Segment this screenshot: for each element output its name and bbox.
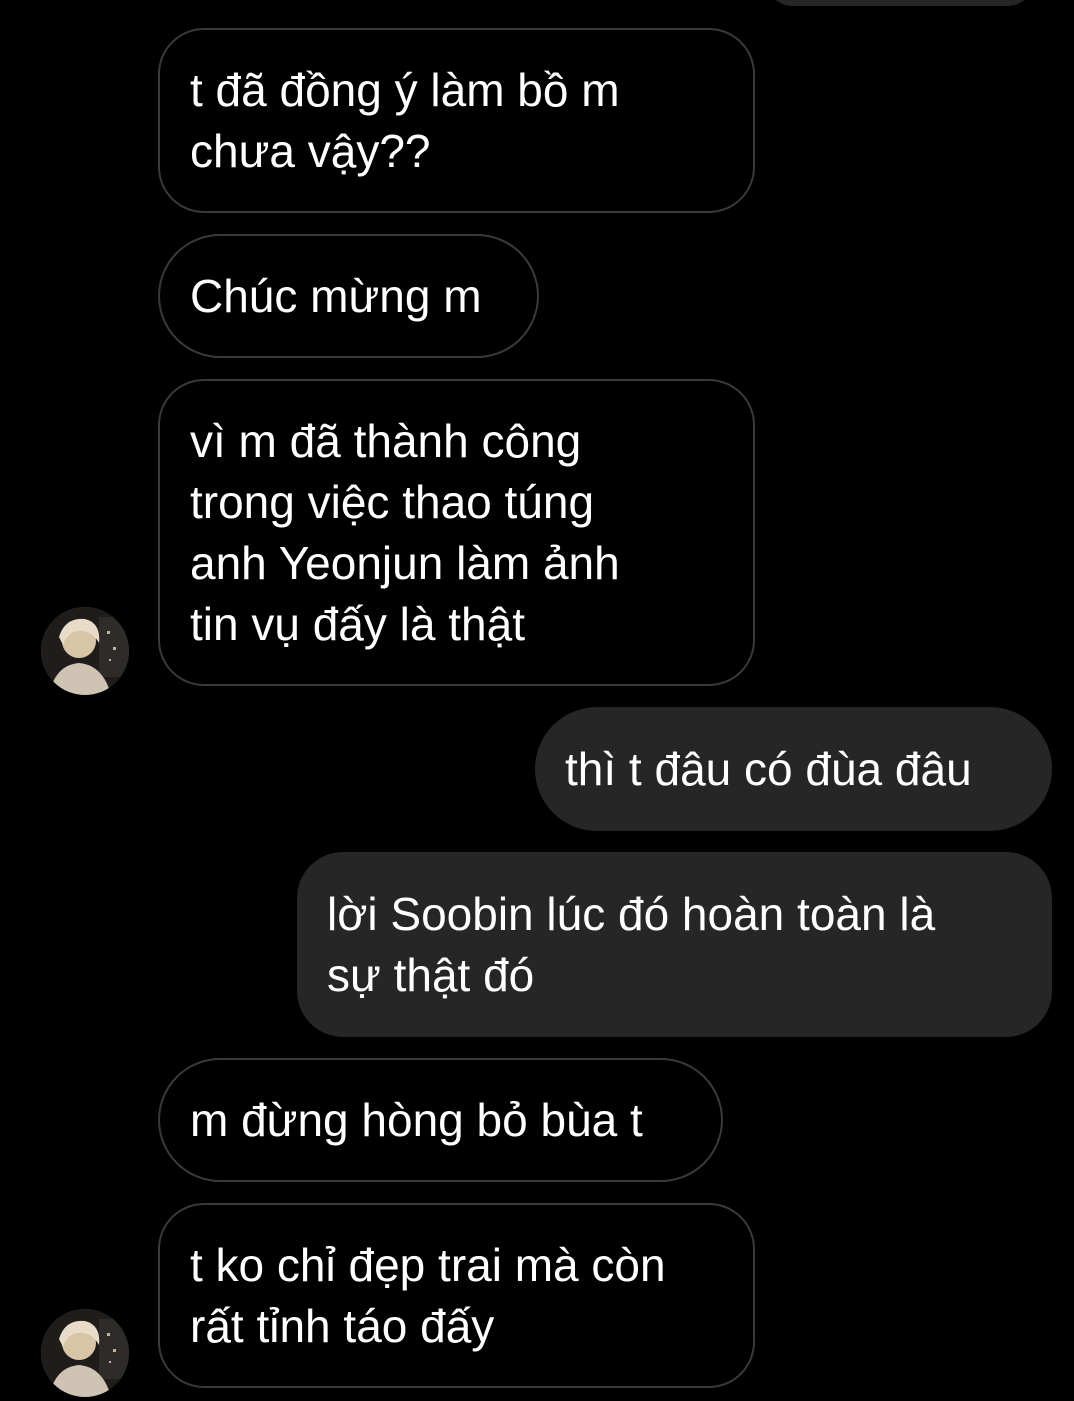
contact-avatar[interactable] — [41, 1309, 129, 1397]
chat-thread[interactable]: t đã đồng ý làm bồ m chưa vậy?? Chúc mừn… — [0, 0, 1074, 1401]
previous-sent-bubble-edge — [765, 0, 1035, 6]
sent-message-bubble[interactable]: lời Soobin lúc đó hoàn toàn là sự thật đ… — [297, 852, 1052, 1037]
received-message-bubble[interactable]: vì m đã thành công trong việc thao túng … — [158, 379, 755, 686]
contact-avatar[interactable] — [41, 607, 129, 695]
message-text: lời Soobin lúc đó hoàn toàn là sự thật đ… — [327, 887, 936, 1001]
received-message-bubble[interactable]: m đừng hòng bỏ bùa t — [158, 1058, 723, 1182]
sent-message-bubble[interactable]: thì t đâu có đùa đâu — [535, 707, 1052, 831]
received-message-bubble[interactable]: Chúc mừng m — [158, 234, 539, 358]
received-message-bubble[interactable]: t ko chỉ đẹp trai mà còn rất tỉnh táo đấ… — [158, 1203, 755, 1388]
message-text: thì t đâu có đùa đâu — [565, 742, 972, 795]
received-message-bubble[interactable]: t đã đồng ý làm bồ m chưa vậy?? — [158, 28, 755, 213]
message-text: vì m đã thành công trong việc thao túng … — [190, 414, 620, 650]
avatar-photo-icon — [41, 1309, 129, 1397]
message-text: t ko chỉ đẹp trai mà còn rất tỉnh táo đấ… — [190, 1238, 666, 1352]
avatar-photo-icon — [41, 607, 129, 695]
message-text: t đã đồng ý làm bồ m chưa vậy?? — [190, 63, 620, 177]
message-text: Chúc mừng m — [190, 269, 482, 322]
message-text: m đừng hòng bỏ bùa t — [190, 1093, 643, 1146]
